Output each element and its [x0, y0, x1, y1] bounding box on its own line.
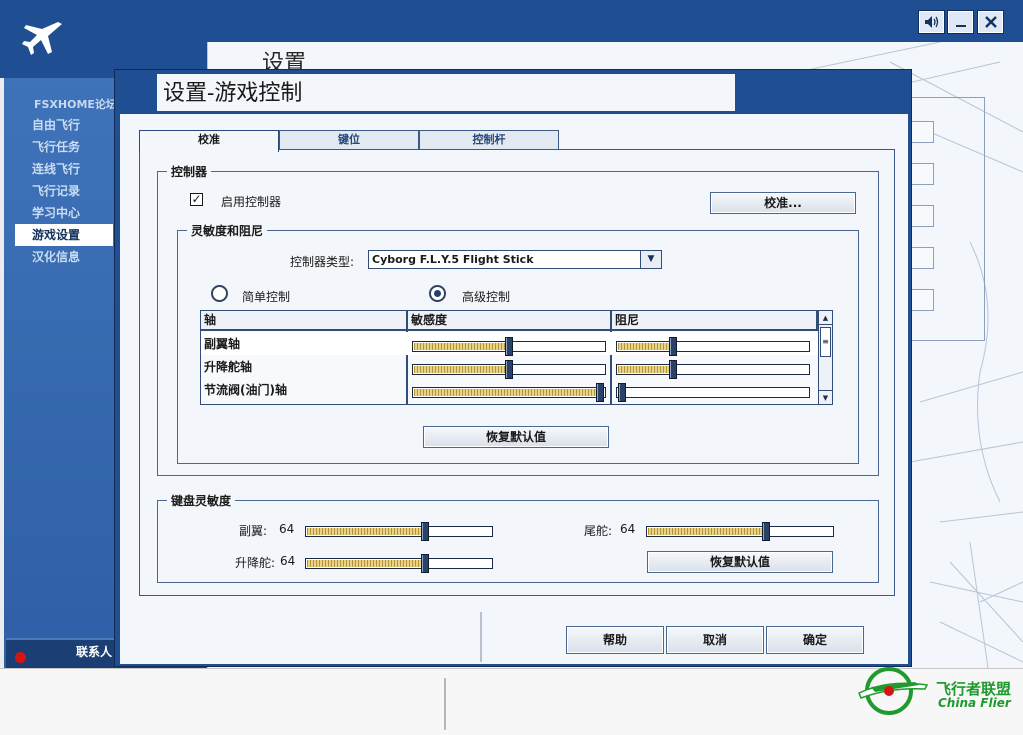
calibrate-button[interactable]: 校准... [710, 192, 856, 214]
reset-keyboard-button[interactable]: 恢复默认值 [647, 551, 833, 573]
sensitivity-column-header: 敏感度 [408, 311, 612, 331]
sidebar-item-logbook[interactable]: 飞行记录 [15, 180, 113, 202]
slider-thumb[interactable] [421, 522, 429, 541]
kb-elevator-label: 升降舵: [235, 556, 276, 570]
ok-button[interactable]: 确定 [766, 626, 864, 654]
kb-elevator-value: 64 [280, 554, 296, 568]
kb-rudder-slider[interactable] [646, 522, 834, 541]
tab-calibration[interactable]: 校准 [139, 130, 279, 152]
simple-control-radio[interactable] [211, 285, 228, 302]
slider-thumb[interactable] [669, 360, 677, 379]
slider-thumb[interactable] [669, 337, 677, 356]
slider-thumb[interactable] [421, 554, 429, 573]
calibration-panel: 控制器 ✓ 启用控制器 校准... 灵敏度和阻尼 控制器类型: Cyborg F… [139, 149, 895, 596]
watermark-subtitle: China Flier [938, 696, 1011, 710]
enable-controller-label: 启用控制器 [221, 195, 282, 209]
slider-thumb[interactable] [505, 337, 513, 356]
divider [444, 678, 446, 730]
kb-elevator-slider[interactable] [305, 554, 493, 573]
sidebar-item-learning-center[interactable]: 学习中心 [15, 202, 113, 224]
table-scrollbar[interactable]: ▲ ≡ ▼ [818, 311, 832, 404]
kb-rudder-value: 64 [620, 522, 636, 536]
kb-aileron-slider[interactable] [305, 522, 493, 541]
throttle-sensitivity-slider[interactable] [412, 383, 606, 402]
scroll-down-icon[interactable]: ▼ [819, 390, 832, 404]
slider-thumb[interactable] [596, 383, 604, 402]
axis-name: 副翼轴 [204, 337, 241, 351]
sidebar-item-free-flight[interactable]: 自由飞行 [15, 114, 113, 136]
sidebar-header-link[interactable]: FSXHOME论坛 [34, 96, 117, 112]
controller-type-value: Cyborg F.L.Y.5 Flight Stick [372, 253, 534, 266]
contacts-label: 联系人 [76, 645, 113, 659]
status-dot-icon [15, 652, 26, 663]
simple-control-label: 简单控制 [242, 290, 291, 304]
sensitivity-damping-legend: 灵敏度和阻尼 [191, 224, 264, 238]
dialog-body: 校准 键位 控制杆 控制器 ✓ 启用控制器 校准... 灵敏度和阻尼 控制器类型… [120, 114, 908, 664]
table-row-throttle[interactable]: 节流阀(油门)轴 [201, 378, 818, 402]
sidebar-item-missions[interactable]: 飞行任务 [15, 136, 113, 158]
slider-thumb[interactable] [618, 383, 626, 402]
chevron-down-icon[interactable]: ▼ [640, 251, 661, 268]
tab-key-bindings[interactable]: 键位 [279, 130, 419, 150]
kb-aileron-value: 64 [279, 522, 295, 536]
damping-column-header: 阻尼 [612, 311, 818, 331]
scroll-up-icon[interactable]: ▲ [819, 311, 832, 325]
table-row-aileron[interactable]: 副翼轴 [201, 332, 818, 356]
sidebar-item-game-settings[interactable]: 游戏设置 [15, 224, 113, 246]
scrollbar-thumb[interactable]: ≡ [820, 327, 831, 357]
aileron-damping-slider[interactable] [616, 337, 810, 356]
footer-divider [480, 612, 482, 662]
elevator-damping-slider[interactable] [616, 360, 810, 379]
slider-thumb[interactable] [505, 360, 513, 379]
throttle-damping-slider[interactable] [616, 383, 810, 402]
minimize-button[interactable] [947, 10, 974, 34]
sidebar-item-localization-info[interactable]: 汉化信息 [15, 246, 113, 268]
advanced-control-radio[interactable] [429, 285, 446, 302]
advanced-control-label: 高级控制 [462, 290, 511, 304]
keyboard-sensitivity-legend: 键盘灵敏度 [171, 494, 232, 508]
slider-thumb[interactable] [762, 522, 770, 541]
settings-dialog: 设置-游戏控制 校准 键位 控制杆 控制器 ✓ 启用控制器 校准... 灵敏度和… [114, 69, 912, 667]
dialog-title: 设置-游戏控制 [163, 81, 303, 106]
tab-joystick[interactable]: 控制杆 [419, 130, 559, 150]
cancel-button[interactable]: 取消 [666, 626, 764, 654]
controller-legend: 控制器 [171, 165, 208, 179]
sidebar-item-multiplayer[interactable]: 连线飞行 [15, 158, 113, 180]
axis-name: 节流阀(油门)轴 [204, 383, 287, 397]
axis-name: 升降舵轴 [204, 360, 253, 374]
elevator-sensitivity-slider[interactable] [412, 360, 606, 379]
aileron-sensitivity-slider[interactable] [412, 337, 606, 356]
kb-rudder-label: 尾舵: [584, 524, 613, 538]
help-button[interactable]: 帮助 [566, 626, 664, 654]
controller-type-select[interactable]: Cyborg F.L.Y.5 Flight Stick ▼ [368, 250, 662, 269]
axis-table: 轴 敏感度 阻尼 副翼轴 升降舵轴 节流阀(油门)轴 ▲ ≡ ▼ [200, 310, 833, 405]
enable-controller-checkbox[interactable]: ✓ [190, 193, 203, 206]
close-button[interactable] [977, 10, 1004, 34]
table-row-elevator[interactable]: 升降舵轴 [201, 355, 818, 379]
reset-sensitivity-button[interactable]: 恢复默认值 [423, 426, 609, 448]
axis-column-header: 轴 [201, 311, 408, 331]
airplane-icon [22, 22, 62, 55]
controller-type-label: 控制器类型: [290, 255, 355, 269]
kb-aileron-label: 副翼: [239, 524, 268, 538]
sound-icon[interactable] [918, 10, 945, 34]
